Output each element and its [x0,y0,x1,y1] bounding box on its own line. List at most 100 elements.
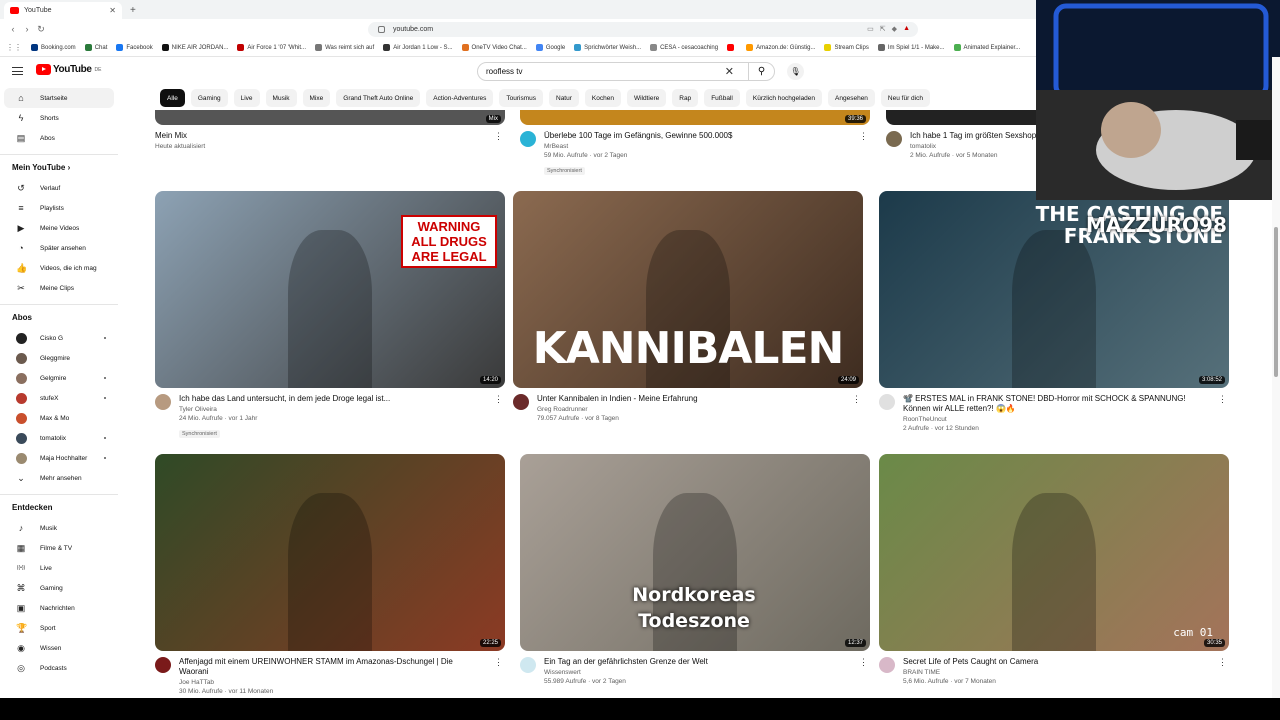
video-title[interactable]: 📽️ ERSTES MAL in FRANK STONE! DBD-Horror… [903,394,1203,414]
sidebar-item-subs-2[interactable]: Gelgmire [4,368,114,388]
channel-avatar[interactable] [155,394,171,410]
sidebar-item-subs-6[interactable]: Maja Hochhalter [4,448,114,468]
chip-9[interactable]: Kochen [584,89,621,107]
more-options-icon[interactable]: ⋮ [494,131,503,142]
sidebar-item-explore-1[interactable]: ▦ Filme & TV [4,538,114,558]
video-title[interactable]: Ein Tag an der gefährlichsten Grenze der… [544,657,844,667]
video-title[interactable]: Überlebe 100 Tage im Gefängnis, Gewinne … [544,131,844,141]
sidebar-item-subs-3[interactable]: stufeX [4,388,114,408]
sidebar-item-explore-6[interactable]: ◉ Wissen [4,638,114,658]
chip-14[interactable]: Angesehen [828,89,875,107]
channel-name[interactable]: BRAIN TIME [903,669,1203,676]
sidebar-item-main-1[interactable]: ϟ Shorts [4,108,114,128]
more-options-icon[interactable]: ⋮ [494,657,503,668]
chip-8[interactable]: Natur [549,89,579,107]
bookmark-item[interactable]: Air Jordan 1 Low - S... [383,44,453,51]
sidebar-item-subs-5[interactable]: tomatolix [4,428,114,448]
extension-icon[interactable]: ◆ [892,25,897,33]
youtube-logo[interactable]: YouTube DE [36,64,101,75]
chip-13[interactable]: Kürzlich hochgeladen [745,89,823,107]
channel-avatar[interactable] [886,131,902,147]
sidebar-item-explore-2[interactable]: ((•)) Live [4,558,114,578]
bookmark-item[interactable]: Chat [84,44,107,51]
chip-2[interactable]: Live [233,89,260,107]
channel-name[interactable]: Joe HaTTab [179,679,479,686]
chip-7[interactable]: Tourismus [499,89,543,107]
sidebar-item-main-0[interactable]: ⌂ Startseite [4,88,114,108]
sidebar-item-you-5[interactable]: ✂ Meine Clips [4,278,114,298]
voice-search-button[interactable]: 🎙 [787,63,804,80]
bookmark-item[interactable]: NIKE AIR JORDAN... [161,44,228,51]
channel-name[interactable]: Greg Roadrunner [537,406,837,413]
site-info-icon[interactable] [378,25,385,33]
video-card[interactable]: KANNIBALEN 24:09 Unter Kannibalen in Indie… [513,191,863,422]
sidebar-item-you-3[interactable]: ◔ Später ansehen [4,238,114,258]
sidebar-item-explore-7[interactable]: ◎ Podcasts [4,658,114,678]
video-card[interactable]: cam 01 30:35 Secret Life of Pets Caught on… [879,454,1229,685]
sidebar-item-explore-0[interactable]: ♪ Musik [4,518,114,538]
chip-4[interactable]: Mixe [302,89,331,107]
video-thumbnail[interactable]: 39:36 [520,110,870,125]
bookmark-item[interactable]: Facebook [116,44,153,51]
scrollbar-thumb[interactable] [1274,227,1278,377]
chip-1[interactable]: Gaming [190,89,228,107]
video-thumbnail[interactable]: cam 01 30:35 [879,454,1229,651]
bookmark-item[interactable]: Sprichwörter Weish... [574,44,641,51]
sidebar-item-you-1[interactable]: ≡ Playlists [4,198,114,218]
chip-3[interactable]: Musik [265,89,297,107]
sidebar-item-you-4[interactable]: 👍 Videos, die ich mag [4,258,114,278]
apps-icon[interactable]: ⋮⋮ [6,43,22,52]
bookmark-item[interactable]: Stream Clips [824,44,869,51]
channel-name[interactable]: MrBeast [544,143,844,150]
channel-avatar[interactable] [520,657,536,673]
channel-avatar[interactable] [879,394,895,410]
bookmark-item[interactable]: Booking.com [31,44,76,51]
sidebar-item-you-0[interactable]: ↺ Verlauf [4,178,114,198]
channel-avatar[interactable] [513,394,529,410]
clear-search-icon[interactable]: ✕ [725,65,734,78]
more-options-icon[interactable]: ⋮ [1218,394,1227,405]
close-tab-icon[interactable]: ✕ [109,6,116,15]
sidebar-item-you-2[interactable]: ▶ Meine Videos [4,218,114,238]
sidebar-item-main-2[interactable]: ▤ Abos [4,128,114,148]
chip-10[interactable]: Wildtiere [626,89,667,107]
bookmark-item[interactable]: Was reimt sich auf [315,44,374,51]
sidebar-item-explore-3[interactable]: ⌘ Gaming [4,578,114,598]
video-card[interactable]: Nordkoreas Todeszone 12:37 Ein Tag an der … [520,454,870,685]
chip-0[interactable]: Alle [160,89,185,107]
channel-name[interactable]: RoonTheUncut [903,416,1203,423]
scrollbar[interactable] [1272,57,1280,698]
address-bar[interactable]: youtube.com ▭ ⇱ ◆ ▲ [368,21,918,37]
sidebar-item-subs-1[interactable]: Gleggmire [4,348,114,368]
channel-avatar[interactable] [520,131,536,147]
more-options-icon[interactable]: ⋮ [859,131,868,142]
video-thumbnail[interactable]: Mix [155,110,505,125]
menu-icon[interactable] [12,67,23,75]
chip-15[interactable]: Neu für dich [880,89,930,107]
bookmark-item[interactable] [727,44,737,51]
bookmark-item[interactable]: Im Spiel 1/1 - Make... [877,44,945,51]
bookmark-item[interactable]: Amazon.de: Günstig... [746,44,815,51]
sidebar-item-subs-4[interactable]: Max & Mo [4,408,114,428]
video-thumbnail[interactable]: Nordkoreas Todeszone 12:37 [520,454,870,651]
video-thumbnail[interactable]: 22:25 [155,454,505,651]
top-video-card[interactable]: 39:36 Überlebe 100 Tage im Gefängnis, Gew… [520,110,870,177]
back-icon[interactable]: ‹ [6,24,20,34]
channel-name[interactable]: Tyler Oliveira [179,406,479,413]
sidebar-item-explore-5[interactable]: 🏆 Sport [4,618,114,638]
bookmark-item[interactable]: Animated Explainer... [953,44,1020,51]
video-title[interactable]: Mein Mix [155,131,455,141]
chip-12[interactable]: Fußball [704,89,740,107]
channel-name[interactable]: Wissenswert [544,669,844,676]
sidebar-item-explore-4[interactable]: ▣ Nachrichten [4,598,114,618]
search-input[interactable]: roofless tv [486,67,522,76]
sidebar-item-subs-0[interactable]: Cisko G [4,328,114,348]
search-button[interactable]: ⚲ [748,63,774,80]
new-tab-icon[interactable]: + [130,5,136,16]
you-section-title[interactable]: Mein YouTube › [0,154,118,178]
video-title[interactable]: Unter Kannibalen in Indien - Meine Erfah… [537,394,837,404]
browser-tab[interactable]: YouTube ✕ [4,2,122,19]
video-title[interactable]: Secret Life of Pets Caught on Camera [903,657,1203,667]
more-options-icon[interactable]: ⋮ [494,394,503,405]
bookmark-item[interactable]: CESA - cesacoaching [650,44,718,51]
